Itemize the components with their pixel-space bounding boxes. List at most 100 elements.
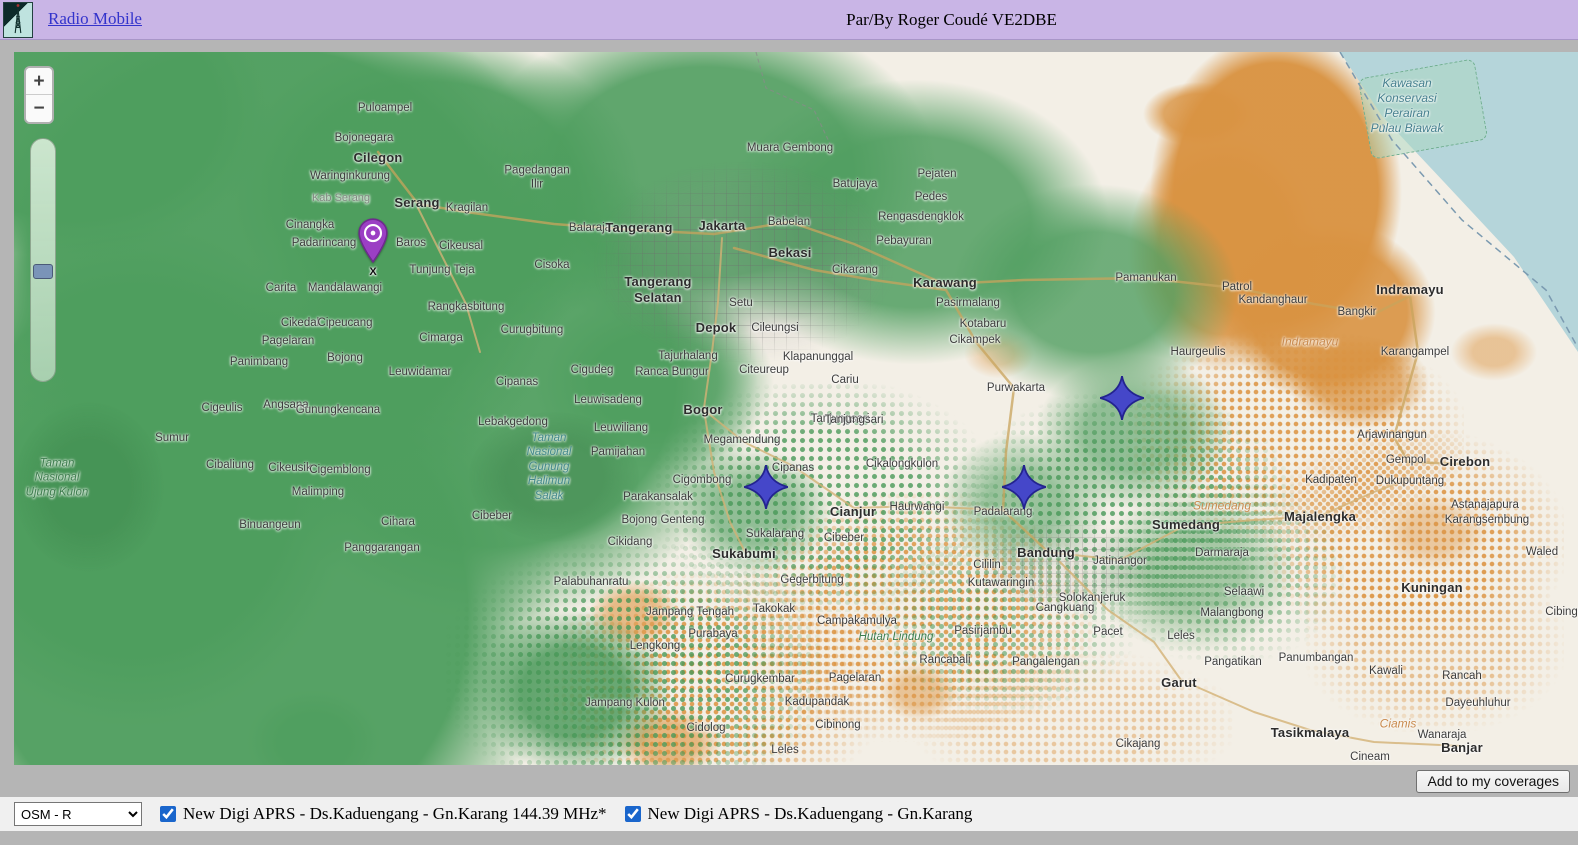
station-star-marker[interactable] [1002,465,1046,509]
map-label: Cineam [1350,750,1390,764]
map-label: Taman Nasional Gunung Halimun Salak [527,431,572,503]
map-label: Cibinong [815,718,860,732]
map-label: Parakansalak [623,490,693,504]
urban-area-bandung [974,520,1154,610]
map-label: Karangampel [1381,345,1449,359]
map-label: Karawang [913,275,977,291]
map-label: Dukupuntang [1376,474,1444,488]
opacity-slider[interactable] [30,138,56,382]
map-label: Hutan Lindung [859,630,934,644]
map-label: Jampang Tengah [646,605,734,619]
map-label: Leles [1167,629,1195,643]
map-label: Cikedal [281,316,319,330]
map-label: Haurwangi [890,500,945,514]
map-label: Carita [266,281,297,295]
map-label: Indramayu [1376,282,1444,298]
map-label: Malimping [292,485,344,499]
map-label: Kragilan [446,201,488,215]
map-label: Dayeuhluhur [1445,696,1510,710]
coverage-label: New Digi APRS - Ds.Kaduengang - Gn.Karan… [648,804,973,824]
map-label: Sumur [155,431,189,445]
map-label: Rancah [1442,669,1482,683]
map-label: Campakamulya [817,614,897,628]
map-label: Binuangeun [239,518,300,532]
map-label: Tunjung Teja [409,263,474,277]
map-label: Karangsembung [1445,513,1529,527]
map-label: Ciamis [1380,717,1417,732]
map-canvas[interactable]: PuloampelBojonegaraCilegonWaringinkurung… [14,52,1578,765]
map-label: Purabaya [688,627,737,641]
map-label: Cibeber [472,509,512,523]
green-speckle [1104,482,1344,662]
map-label: Pamanukan [1115,271,1176,285]
station-star-marker[interactable] [744,465,788,509]
orange-speckle [914,652,1234,765]
map-label: Kawali [1369,664,1403,678]
map-label: Bojong Genteng [621,513,704,527]
map-label: Rengasdengklok [878,210,964,224]
selected-site-pin-marker[interactable] [357,218,389,263]
park-area-ujung-kulon [14,402,164,572]
header: Radio Mobile Par/By Roger Coudé VE2DBE [0,0,1578,40]
map-label: Balaraja [569,221,611,235]
map-label: Cangkuang [1036,601,1095,615]
map-label: Leuwidamar [389,365,452,379]
map-label: Tasikmalaya [1271,725,1350,741]
map-label: Astanajapura [1451,498,1519,512]
map-label: Tangerang Selatan [624,274,691,307]
map-label: Leles [771,743,799,757]
map-label: Cikeusal [439,239,483,253]
coverage-overlay-green [14,52,1578,765]
map-label: Patrol [1222,280,1252,294]
map-label: Angsana [263,398,308,412]
map-label: Cikarang [832,263,878,277]
orange-speckle [314,212,494,342]
map-label: Kutawaringin [968,576,1034,590]
map-label: Cileungsi [751,321,798,335]
map-label: Cipeucang [318,316,373,330]
map-label: Takokak [753,602,795,616]
map-label: Bojong [327,351,363,365]
map-label: Cibaliung [206,458,254,472]
map-label: Tanjungsari [825,413,884,427]
map-label: Cinangka [286,218,335,232]
coverage-checkbox[interactable] [625,806,641,822]
map-label: Pangatikan [1204,655,1262,669]
map-label: Majalengka [1284,509,1356,525]
map-label: Pamijahan [591,445,645,459]
map-label: Pagelaran [262,334,314,348]
map-label: Pasirjambu [954,624,1012,638]
map-label: Rangkasbitung [428,300,505,314]
map-label: Cikajang [1116,737,1161,751]
map-label: Waled [1526,545,1558,559]
map-label: Palabuhanratu [554,575,629,589]
green-speckle [654,382,994,612]
map-label: Cirebon [1440,454,1491,470]
add-coverages-button[interactable]: Add to my coverages [1416,770,1570,793]
map-label: Panimbang [230,355,288,369]
roads-layer [14,52,1578,765]
map-label: Cisoka [534,258,569,272]
radio-mobile-link[interactable]: Radio Mobile [48,9,142,29]
map-label: Pebayuran [876,234,932,248]
map-label: Cibeber [824,531,864,545]
map-label: Gegerbitung [780,573,843,587]
orange-speckle [544,572,884,765]
map-label: Pejaten [917,167,956,181]
map-label: Citeureup [739,363,789,377]
map-label: Panumbangan [1279,651,1354,665]
zoom-in-button[interactable]: + [26,68,52,95]
layer-select[interactable]: OSM - R [14,802,142,826]
map-label: Purwakarta [987,381,1045,395]
zoom-out-button[interactable]: − [26,95,52,122]
orange-speckle [1304,552,1564,732]
map-label: Padarincang [292,236,357,250]
map-label: Depok [696,320,737,336]
map-label: Cianjur [830,504,876,520]
coverage-checkbox[interactable] [160,806,176,822]
station-star-marker[interactable] [1100,376,1144,420]
zoom-control: + − [24,66,54,124]
map-label: Cikampek [949,333,1000,347]
slider-handle[interactable] [33,264,53,279]
map-label: Cigemblong [309,463,370,477]
